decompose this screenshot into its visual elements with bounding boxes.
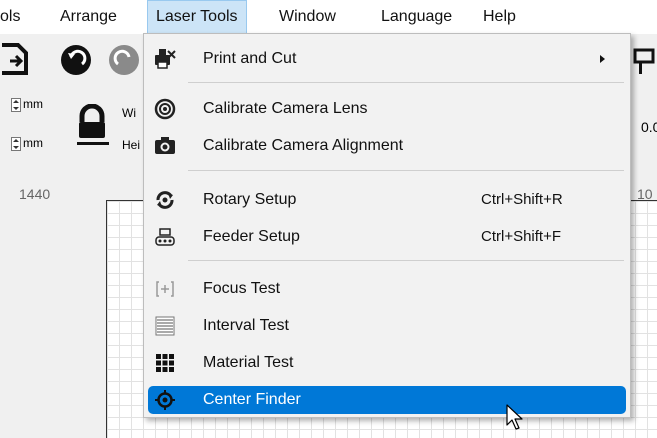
menu-item-label: Material Test — [203, 354, 294, 371]
export-icon[interactable] — [0, 43, 30, 75]
partial-value: 0.0 — [641, 119, 657, 135]
feeder-icon — [155, 228, 175, 246]
menu-window[interactable]: Window — [279, 0, 336, 34]
x-spinner[interactable] — [11, 98, 21, 112]
width-label: Wi — [122, 106, 136, 120]
rotary-icon — [156, 191, 174, 209]
interval-icon — [155, 316, 175, 336]
menu-item-label: Interval Test — [203, 317, 289, 334]
menu-item-calibrate-camera-lens[interactable]: Calibrate Camera Lens — [148, 95, 626, 123]
menu-item-label: Focus Test — [203, 280, 281, 297]
menu-item-feeder-setup[interactable]: Feeder Setup Ctrl+Shift+F — [148, 223, 626, 251]
menu-item-label: Calibrate Camera Lens — [203, 100, 368, 117]
menu-tools[interactable]: ols — [0, 0, 20, 34]
undo-icon[interactable] — [60, 44, 92, 76]
menu-laser-tools[interactable]: Laser Tools — [147, 0, 247, 34]
mouse-cursor-icon — [506, 404, 523, 430]
printer-cut-icon — [155, 49, 176, 69]
menu-item-print-and-cut[interactable]: Print and Cut — [148, 45, 626, 73]
menu-item-label: Feeder Setup — [203, 228, 300, 245]
menu-item-rotary-setup[interactable]: Rotary Setup Ctrl+Shift+R — [148, 186, 626, 214]
redo-icon[interactable] — [108, 44, 140, 76]
focus-icon — [156, 281, 174, 297]
menu-item-material-test[interactable]: Material Test — [148, 349, 626, 377]
menu-separator — [188, 170, 624, 171]
unit-label-1: mm — [23, 97, 43, 111]
submenu-arrow-icon — [600, 55, 605, 63]
menu-item-label: Calibrate Camera Alignment — [203, 137, 404, 154]
height-label: Hei — [122, 138, 141, 152]
laser-tools-dropdown: Print and Cut Calibrate Camera Lens Cali… — [143, 33, 631, 418]
grid-icon — [156, 354, 174, 372]
menu-language[interactable]: Language — [381, 0, 452, 34]
menu-help[interactable]: Help — [483, 0, 516, 34]
toolbar-partial-icon[interactable] — [631, 48, 657, 76]
y-spinner[interactable] — [11, 137, 21, 151]
menu-item-shortcut: Ctrl+Shift+R — [481, 191, 563, 208]
menu-item-calibrate-camera-alignment[interactable]: Calibrate Camera Alignment — [148, 132, 626, 160]
ruler-number-left: 1440 — [19, 186, 51, 202]
menu-arrange[interactable]: Arrange — [60, 0, 117, 34]
camera-lens-icon — [154, 98, 176, 120]
menu-item-label: Rotary Setup — [203, 191, 297, 208]
menu-item-focus-test[interactable]: Focus Test — [148, 275, 626, 303]
lock-icon[interactable] — [74, 104, 110, 146]
menu-item-label: Print and Cut — [203, 50, 297, 67]
menu-separator — [188, 260, 624, 261]
camera-icon — [155, 137, 175, 154]
menu-item-label: Center Finder — [203, 391, 301, 408]
menu-bar: ols Arrange Laser Tools Window Language … — [0, 0, 657, 34]
menu-item-center-finder[interactable]: Center Finder — [148, 386, 626, 414]
menu-item-shortcut: Ctrl+Shift+F — [481, 228, 562, 245]
target-icon — [155, 390, 175, 410]
menu-separator — [188, 82, 624, 83]
menu-item-interval-test[interactable]: Interval Test — [148, 312, 626, 340]
unit-label-2: mm — [23, 136, 43, 150]
